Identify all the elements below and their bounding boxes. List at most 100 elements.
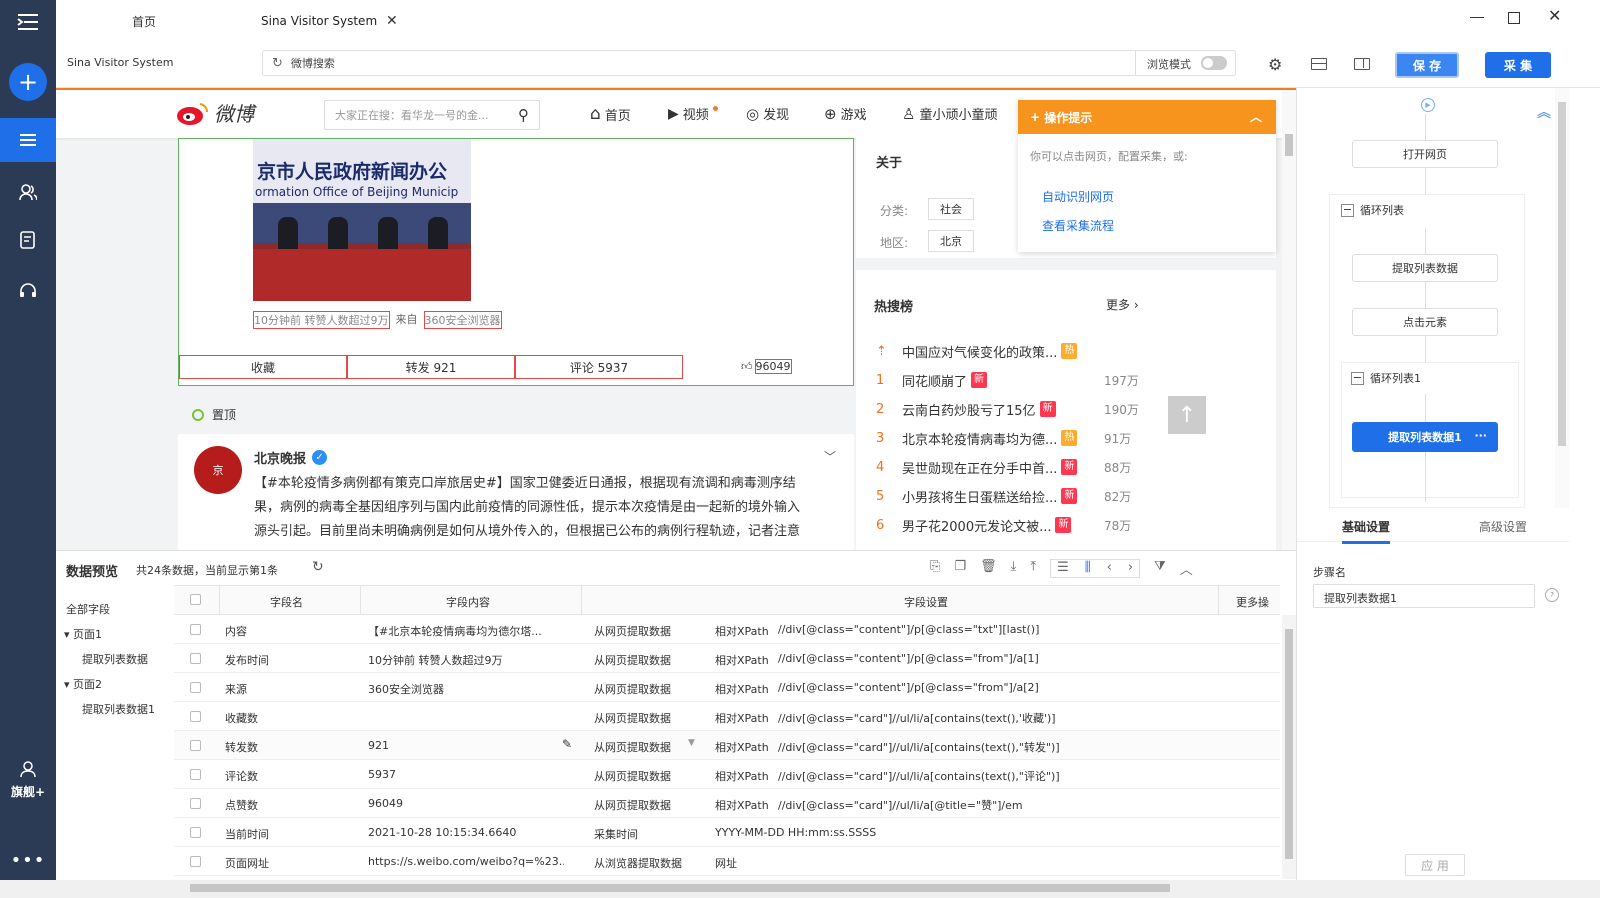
- insert-icon[interactable]: ⎘: [930, 559, 940, 578]
- field-name[interactable]: 评论数: [225, 768, 258, 784]
- category-tag[interactable]: 社会: [928, 198, 974, 220]
- field-mode[interactable]: 相对XPath: [715, 681, 769, 697]
- nav-profile[interactable]: ♙ 童小顽小童顽: [902, 104, 997, 124]
- tree-page1[interactable]: ▾ 页面1: [64, 622, 155, 647]
- weibo-search-input[interactable]: 大家正在搜：看华龙一号的金... ⚲: [324, 100, 540, 130]
- headset-icon[interactable]: [0, 268, 56, 312]
- account-button[interactable]: 旗舰+: [0, 752, 56, 808]
- field-mode[interactable]: YYYY-MM-DD HH:mm:ss.SSSS: [715, 826, 876, 839]
- author-avatar[interactable]: 京: [194, 446, 242, 494]
- save-button[interactable]: 保 存: [1395, 52, 1459, 78]
- field-xpath[interactable]: //div[@class="card"]//ul/li/a[contains(t…: [778, 710, 1208, 726]
- play-icon[interactable]: ▶: [1421, 98, 1435, 112]
- flow-loop-list1[interactable]: − 循环列表1: [1351, 370, 1421, 386]
- hot-title[interactable]: 男子花2000元发论文被...: [902, 516, 1051, 535]
- select-all-checkbox[interactable]: [190, 594, 201, 605]
- hot-title[interactable]: 北京本轮疫情病毒均为德...: [902, 429, 1057, 448]
- post-time[interactable]: 10分钟前 转赞人数超过9万: [253, 311, 390, 329]
- weibo-post-card[interactable]: 京市人民政府新闻办公 ormation Office of Beijing Mu…: [178, 138, 854, 386]
- post-source-link[interactable]: 360安全浏览器: [423, 311, 502, 329]
- nav-video[interactable]: ▶ 视频: [668, 104, 718, 123]
- more-dots-icon[interactable]: •••: [0, 838, 56, 882]
- field-source[interactable]: 从网页提取数据: [594, 797, 671, 813]
- field-source[interactable]: 从网页提取数据: [594, 710, 671, 726]
- field-name[interactable]: 内容: [225, 623, 247, 639]
- table-row[interactable]: 发布时间 10分钟前 转赞人数超过9万 从网页提取数据 相对XPath //div[@c…: [174, 644, 1280, 673]
- field-xpath[interactable]: //div[@class="card"]//ul/li/a[contains(t…: [778, 768, 1208, 784]
- more-options-icon[interactable]: ···: [1474, 429, 1487, 442]
- field-content[interactable]: 5937: [368, 768, 564, 781]
- tree-page2[interactable]: ▾ 页面2: [64, 672, 155, 697]
- horizontal-scrollbar[interactable]: [0, 880, 1600, 898]
- field-name[interactable]: 收藏数: [225, 710, 258, 726]
- delete-icon[interactable]: 🗑︎: [980, 559, 997, 578]
- import-icon[interactable]: ⤓: [1011, 559, 1017, 578]
- field-content[interactable]: 96049: [368, 797, 564, 810]
- field-xpath[interactable]: //div[@class="content"]/p[@class="from"]…: [778, 681, 1208, 694]
- task-list-icon[interactable]: [0, 118, 56, 162]
- field-name[interactable]: 当前时间: [225, 826, 269, 842]
- field-content[interactable]: 2021-10-28 10:15:34.6640: [368, 826, 564, 839]
- field-content[interactable]: https://s.weibo.com/weibo?q=%23...: [368, 855, 564, 868]
- hot-title[interactable]: 云南白药炒股亏了15亿: [902, 400, 1036, 419]
- field-source[interactable]: 从网页提取数据: [594, 739, 671, 755]
- row-checkbox[interactable]: [190, 624, 201, 635]
- nav-home[interactable]: ⌂ 首页: [590, 104, 631, 124]
- new-task-button[interactable]: +: [0, 60, 56, 104]
- search-icon[interactable]: ⚲: [518, 106, 529, 124]
- field-content[interactable]: 921: [368, 739, 564, 752]
- field-name[interactable]: 转发数: [225, 739, 258, 755]
- table-scrollbar[interactable]: [1282, 615, 1296, 879]
- hot-search-item[interactable]: 5 小男孩将生日蛋糕送给捡... 新 82万: [876, 485, 1156, 507]
- field-content[interactable]: 【#北京本轮疫情病毒均为德尔塔...: [368, 623, 564, 639]
- field-mode[interactable]: 相对XPath: [715, 797, 769, 813]
- flow-click-element[interactable]: 点击元素: [1352, 308, 1498, 336]
- field-name[interactable]: 点赞数: [225, 797, 258, 813]
- hot-title[interactable]: 小男孩将生日蛋糕送给捡...: [902, 487, 1057, 506]
- row-checkbox[interactable]: [190, 769, 201, 780]
- tips-link-flow[interactable]: 查看采集流程: [1018, 205, 1276, 234]
- table-row[interactable]: 内容 【#北京本轮疫情病毒均为德尔塔... 从网页提取数据 相对XPath //div[…: [174, 615, 1280, 644]
- post-image[interactable]: 京市人民政府新闻办公 ormation Office of Beijing Mu…: [253, 139, 471, 301]
- field-mode[interactable]: 相对XPath: [715, 623, 769, 639]
- refresh-icon[interactable]: ↻: [272, 56, 283, 71]
- collapse-panel-icon[interactable]: ︽: [1537, 102, 1551, 122]
- weibo-post-card-2[interactable]: 京 北京晚报 ✓ ﹀ 【#本轮疫情多病例都有策克口岸旅居史#】国家卫健委近日通报…: [178, 434, 854, 550]
- field-source[interactable]: 从网页提取数据: [594, 681, 671, 697]
- dropdown-arrow-icon[interactable]: ▼: [688, 738, 695, 748]
- chevron-down-icon[interactable]: ﹀: [824, 448, 836, 465]
- settings-gear-icon[interactable]: ⚙: [1268, 55, 1282, 74]
- hot-search-item[interactable]: 6 男子花2000元发论文被... 新 78万: [876, 514, 1156, 536]
- field-name[interactable]: 来源: [225, 681, 247, 697]
- table-row[interactable]: 收藏数 从网页提取数据 相对XPath //div[@class="card"]//u…: [174, 702, 1280, 731]
- collapse-icon[interactable]: ︿: [1250, 108, 1262, 125]
- field-source[interactable]: 采集时间: [594, 826, 638, 842]
- embedded-browser[interactable]: 微博 大家正在搜：看华龙一号的金... ⚲ ⌂ 首页 ▶ 视频 ◎ 发现 ⊕ 游戏 ♙ 童…: [56, 88, 1296, 550]
- row-checkbox[interactable]: [190, 827, 201, 838]
- tree-page1-child[interactable]: 提取列表数据: [82, 647, 155, 672]
- table-row[interactable]: 当前时间 2021-10-28 10:15:34.6640 采集时间 YYYY-MM-…: [174, 818, 1280, 847]
- column-view-icon[interactable]: ⫼: [1085, 560, 1091, 577]
- hot-title[interactable]: 中国应对气候变化的政策...: [902, 342, 1057, 361]
- maximize-icon[interactable]: [1508, 12, 1520, 24]
- favorite-button[interactable]: 收藏: [179, 355, 347, 379]
- table-row[interactable]: 评论数 5937 从网页提取数据 相对XPath //div[@class="card"…: [174, 760, 1280, 789]
- minus-icon[interactable]: −: [1351, 371, 1364, 385]
- field-content[interactable]: 360安全浏览器: [368, 681, 564, 697]
- step-name-input[interactable]: 提取列表数据1: [1313, 584, 1535, 608]
- row-checkbox[interactable]: [190, 740, 201, 751]
- row-checkbox[interactable]: [190, 856, 201, 867]
- tree-all-fields[interactable]: 全部字段: [66, 597, 155, 622]
- hot-search-item[interactable]: 3 北京本轮疫情病毒均为德... 热 91万: [876, 427, 1156, 449]
- field-mode[interactable]: 相对XPath: [715, 710, 769, 726]
- edit-icon[interactable]: ✎: [562, 737, 572, 751]
- apply-button[interactable]: 应 用: [1405, 854, 1465, 876]
- hot-search-item[interactable]: 4 吴世勋现在正在分手中首... 新 88万: [876, 456, 1156, 478]
- tab-home[interactable]: 首页: [132, 0, 156, 42]
- flow-open-page[interactable]: 打开网页: [1352, 140, 1498, 168]
- hot-search-more-link[interactable]: 更多 ›: [1106, 296, 1139, 313]
- export-icon[interactable]: ⤒: [1030, 559, 1036, 578]
- table-row[interactable]: 来源 360安全浏览器 从网页提取数据 相对XPath //div[@class="co…: [174, 673, 1280, 702]
- field-mode[interactable]: 相对XPath: [715, 739, 769, 755]
- region-tag[interactable]: 北京: [928, 230, 974, 252]
